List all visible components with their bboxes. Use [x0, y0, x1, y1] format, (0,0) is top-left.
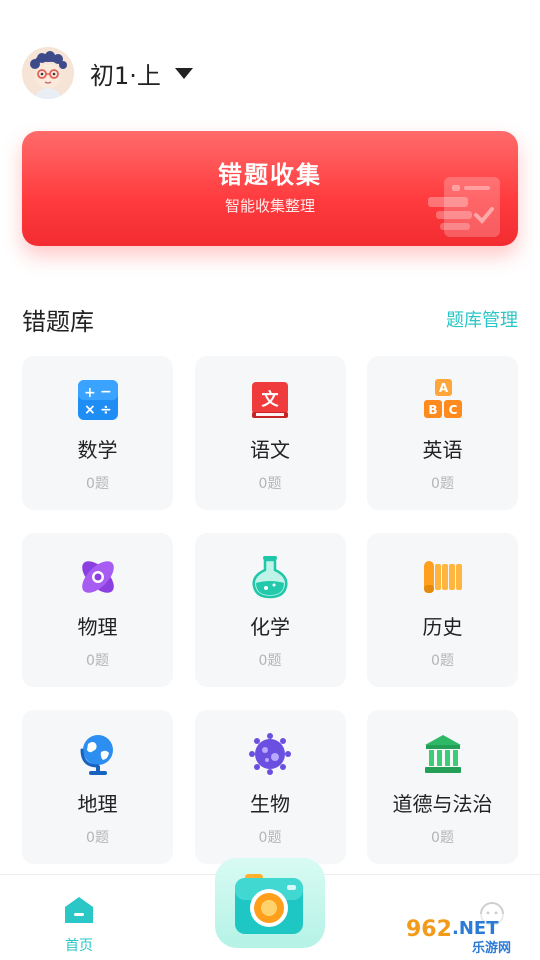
svg-text:乐游网: 乐游网 — [472, 940, 511, 956]
subject-card-chinese[interactable]: 文 语文 0题 — [194, 356, 346, 510]
camera-icon — [235, 874, 303, 934]
globe-icon — [80, 735, 113, 775]
site-watermark-logo: 962 .NET 乐游网 — [402, 914, 534, 956]
cell-icon — [249, 733, 291, 775]
subject-card-math[interactable]: + − × ÷ 数学 0题 — [22, 356, 173, 510]
avatar[interactable] — [22, 47, 74, 99]
svg-text:−: − — [100, 384, 112, 400]
subject-count: 0题 — [258, 476, 282, 492]
math-icon: + − × ÷ — [77, 380, 118, 420]
document-check-icon — [428, 177, 500, 237]
subject-count: 0题 — [86, 653, 109, 669]
svg-text:B: B — [428, 403, 437, 417]
camera-button[interactable] — [215, 858, 325, 948]
tab-home[interactable]: 首页 — [48, 895, 110, 955]
subject-name: 英语 — [422, 438, 463, 462]
grade-selector[interactable]: 初1·上 — [90, 56, 193, 91]
subject-count: 0题 — [431, 830, 454, 846]
subject-name: 物理 — [77, 615, 118, 639]
avatar-image — [22, 47, 74, 99]
courthouse-icon — [424, 735, 461, 773]
grade-label: 初1·上 — [90, 61, 161, 90]
subject-card-history[interactable]: 历史 0题 — [367, 533, 518, 687]
home-icon — [65, 897, 93, 923]
scroll-icon — [423, 561, 462, 593]
subject-count: 0题 — [431, 476, 454, 492]
svg-text:+: + — [84, 385, 96, 401]
abc-blocks-icon: A B C — [423, 379, 462, 418]
subject-name: 化学 — [250, 615, 290, 639]
svg-text:÷: ÷ — [100, 402, 112, 418]
manage-bank-link[interactable]: 题库管理 — [446, 306, 518, 332]
svg-text:C: C — [448, 403, 457, 417]
subject-count: 0题 — [258, 830, 282, 846]
subject-card-biology[interactable]: 生物 0题 — [194, 710, 346, 864]
svg-text:×: × — [84, 402, 96, 418]
flask-icon — [252, 556, 288, 599]
subject-name: 生物 — [250, 792, 290, 816]
subject-name: 历史 — [422, 615, 463, 639]
subject-count: 0题 — [431, 653, 454, 669]
subject-card-morality-law[interactable]: 道德与法治 0题 — [367, 710, 518, 864]
tab-home-label: 首页 — [65, 938, 93, 954]
collect-mistakes-banner[interactable]: 错题收集 智能收集整理 — [22, 131, 518, 246]
svg-text:.NET: .NET — [452, 918, 499, 939]
subject-card-geography[interactable]: 地理 0题 — [22, 710, 173, 864]
atom-icon — [81, 561, 114, 593]
subject-name: 地理 — [77, 792, 118, 816]
svg-text:文: 文 — [262, 389, 280, 410]
subject-grid: + − × ÷ 数学 0题 文 语文 0题 A B C 英语 0题 物理 0题 … — [22, 356, 518, 864]
svg-text:962: 962 — [406, 917, 452, 942]
svg-text:A: A — [438, 381, 448, 395]
subject-card-chemistry[interactable]: 化学 0题 — [194, 533, 346, 687]
subject-name: 道德与法治 — [392, 792, 493, 816]
section-title: 错题库 — [22, 308, 94, 336]
subject-card-english[interactable]: A B C 英语 0题 — [367, 356, 518, 510]
subject-name: 语文 — [250, 438, 290, 462]
chinese-book-icon: 文 — [252, 382, 288, 418]
caret-down-icon — [174, 67, 193, 79]
subject-name: 数学 — [77, 438, 118, 462]
subject-count: 0题 — [86, 830, 109, 846]
subject-count: 0题 — [86, 476, 109, 492]
subject-count: 0题 — [258, 653, 282, 669]
header: 初1·上 — [22, 46, 193, 100]
subject-card-physics[interactable]: 物理 0题 — [22, 533, 173, 687]
